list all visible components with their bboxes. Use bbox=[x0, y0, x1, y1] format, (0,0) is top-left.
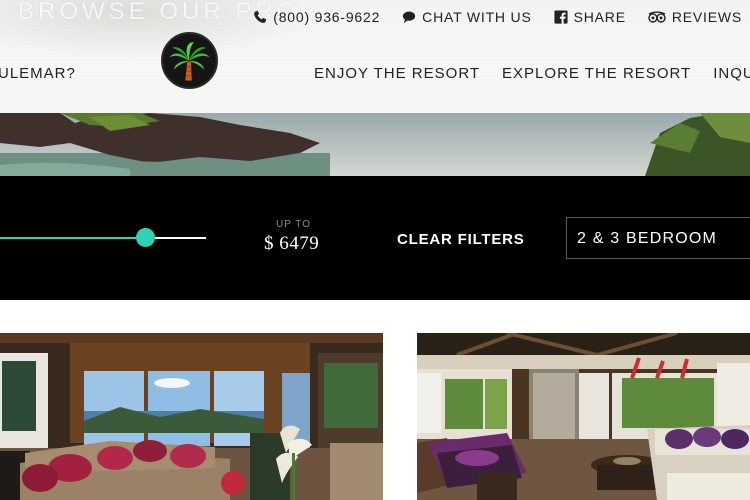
phone-icon bbox=[254, 10, 267, 23]
chat-bubble-icon bbox=[403, 11, 416, 24]
page: BROWSE OUR PROP (800) 936-9622 CHAT WITH… bbox=[0, 0, 750, 500]
nav-item-enjoy-the-resort[interactable]: ENJOY THE RESORT bbox=[314, 65, 480, 82]
share-link[interactable]: SHARE bbox=[554, 9, 626, 25]
facebook-icon bbox=[554, 10, 568, 24]
bedroom-select[interactable]: 2 & 3 BEDROOM bbox=[566, 217, 750, 259]
property-card-image[interactable] bbox=[417, 333, 750, 500]
resort-logo[interactable] bbox=[161, 32, 218, 89]
lounge-room-photo bbox=[417, 333, 750, 500]
price-slider-fill bbox=[0, 237, 146, 239]
main-navigation: ENJOY THE RESORT EXPLORE THE RESORT INQU… bbox=[314, 65, 750, 82]
living-room-photo bbox=[0, 333, 383, 500]
clear-filters-button[interactable]: CLEAR FILTERS bbox=[397, 231, 525, 248]
max-price-value: $ 6479 bbox=[264, 233, 320, 254]
coastline-photo bbox=[0, 113, 750, 176]
price-slider-track[interactable] bbox=[0, 237, 206, 239]
price-slider-handle[interactable] bbox=[136, 228, 155, 247]
chat-label: CHAT WITH US bbox=[422, 9, 532, 25]
site-header: BROWSE OUR PROP (800) 936-9622 CHAT WITH… bbox=[0, 0, 750, 113]
share-label: SHARE bbox=[573, 9, 626, 25]
chat-link[interactable]: CHAT WITH US bbox=[402, 9, 531, 25]
nav-item-inquire[interactable]: INQUIRE & bbox=[713, 65, 750, 82]
reviews-link[interactable]: REVIEWS bbox=[648, 9, 742, 25]
property-card-image[interactable] bbox=[0, 333, 383, 500]
phone-link[interactable]: (800) 936-9622 bbox=[253, 9, 380, 25]
reviews-label: REVIEWS bbox=[671, 9, 742, 25]
price-prefix-label: UP TO bbox=[276, 219, 312, 230]
palm-tree-logo bbox=[163, 34, 216, 87]
bedroom-select-value: 2 & 3 BEDROOM bbox=[577, 230, 718, 247]
hero-banner-image bbox=[0, 113, 750, 176]
nav-item-explore-the-resort[interactable]: EXPLORE THE RESORT bbox=[502, 65, 691, 82]
phone-number: (800) 936-9622 bbox=[273, 9, 381, 25]
top-utility-bar: (800) 936-9622 CHAT WITH US SHARE REVIEW… bbox=[253, 9, 742, 25]
tripadvisor-owl-icon bbox=[648, 11, 666, 23]
nav-item-why-manuel-antonio[interactable]: ULEMAR? bbox=[0, 65, 76, 82]
